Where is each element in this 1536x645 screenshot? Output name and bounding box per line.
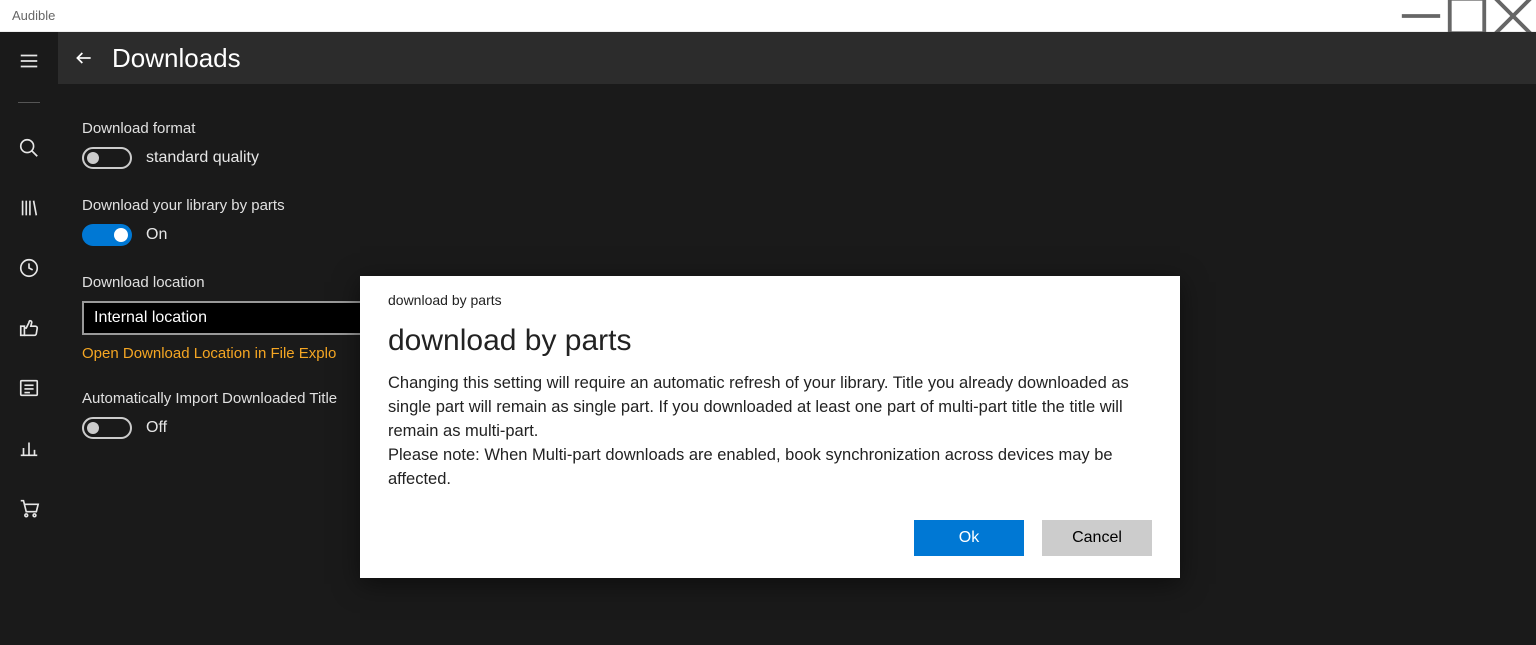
download-by-parts-label: Download your library by parts <box>82 197 734 214</box>
search-icon[interactable] <box>10 129 48 167</box>
news-icon[interactable] <box>10 369 48 407</box>
auto-import-toggle[interactable] <box>82 417 132 439</box>
content-header: Downloads <box>58 32 1536 84</box>
dialog-body-p2: Please note: When Multi-part downloads a… <box>388 444 1152 492</box>
clock-icon[interactable] <box>10 249 48 287</box>
close-button[interactable] <box>1490 0 1536 32</box>
dialog-body-p1: Changing this setting will require an au… <box>388 372 1152 444</box>
auto-import-value: Off <box>146 419 167 437</box>
app-body: Downloads Download format standard quali… <box>0 32 1536 645</box>
library-icon[interactable] <box>10 189 48 227</box>
thumbs-up-icon[interactable] <box>10 309 48 347</box>
dialog-title: download by parts <box>388 324 1152 358</box>
sidebar-separator <box>18 102 40 103</box>
download-format-label: Download format <box>82 120 734 137</box>
page-title: Downloads <box>112 43 241 74</box>
sidebar <box>0 32 58 645</box>
download-by-parts-block: Download your library by parts On <box>82 197 734 246</box>
cart-icon[interactable] <box>10 489 48 527</box>
minimize-button[interactable] <box>1398 0 1444 32</box>
hamburger-menu-icon[interactable] <box>10 42 48 80</box>
download-format-toggle[interactable] <box>82 147 132 169</box>
dialog-buttons: Ok Cancel <box>388 520 1152 556</box>
dialog-small-title: download by parts <box>388 292 1152 308</box>
download-format-block: Download format standard quality <box>82 120 734 169</box>
app-name: Audible <box>12 8 55 23</box>
download-by-parts-toggle[interactable] <box>82 224 132 246</box>
app-window: Audible <box>0 0 1536 645</box>
download-by-parts-dialog: download by parts download by parts Chan… <box>360 276 1180 578</box>
maximize-button[interactable] <box>1444 0 1490 32</box>
stats-icon[interactable] <box>10 429 48 467</box>
dialog-body: Changing this setting will require an au… <box>388 372 1152 492</box>
download-format-value: standard quality <box>146 149 259 167</box>
ok-button[interactable]: Ok <box>914 520 1024 556</box>
titlebar: Audible <box>0 0 1536 32</box>
window-controls <box>1398 0 1536 32</box>
download-by-parts-value: On <box>146 226 167 244</box>
back-button[interactable] <box>74 48 94 68</box>
download-location-value: Internal location <box>94 309 207 327</box>
cancel-button[interactable]: Cancel <box>1042 520 1152 556</box>
